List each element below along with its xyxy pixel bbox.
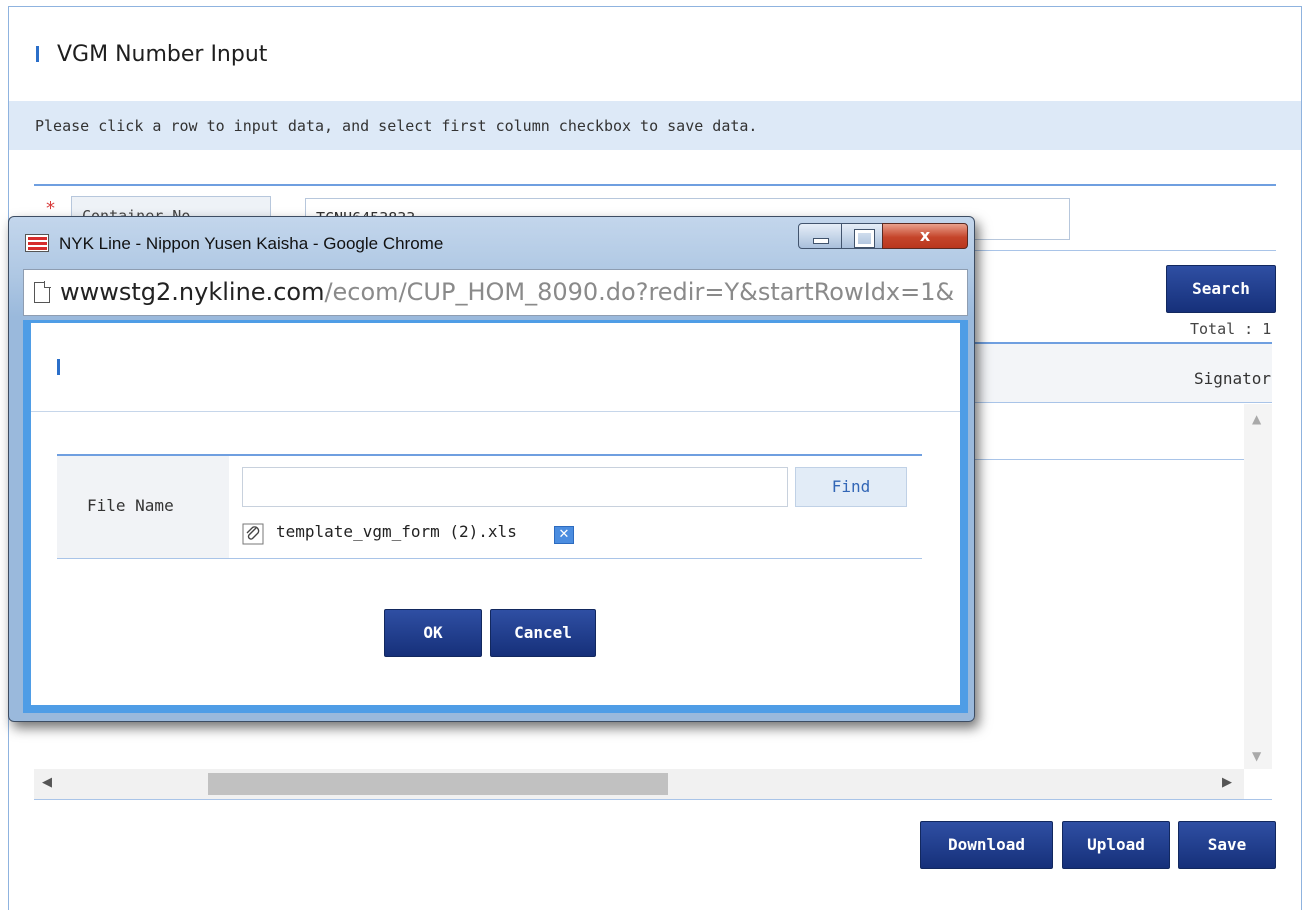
page-title: VGM Number Input	[57, 42, 268, 67]
maximize-button[interactable]	[841, 223, 883, 249]
filter-top-border	[34, 184, 1276, 186]
page-document-icon	[34, 281, 51, 303]
grid-bottom-border	[34, 799, 1272, 800]
instruction-notice: Please click a row to input data, and se…	[9, 101, 1301, 150]
cancel-button[interactable]: Cancel	[490, 609, 596, 657]
find-button[interactable]: Find	[795, 467, 907, 507]
upload-popup-window: NYK Line - Nippon Yusen Kaisha - Google …	[8, 216, 975, 722]
title-accent-bar	[36, 46, 39, 62]
search-button[interactable]: Search	[1166, 265, 1276, 313]
scroll-up-icon[interactable]: ▲	[1252, 412, 1261, 426]
url-host: wwwstg2.nykline.com	[60, 278, 325, 306]
window-controls: x	[798, 223, 969, 251]
file-path-input[interactable]	[242, 467, 788, 507]
window-title: NYK Line - Nippon Yusen Kaisha - Google …	[59, 234, 444, 253]
minimize-button[interactable]	[798, 223, 842, 249]
file-name-label: File Name	[87, 496, 174, 515]
paperclip-icon	[242, 523, 264, 545]
scroll-right-icon[interactable]: ▶	[1222, 775, 1232, 790]
upload-button[interactable]: Upload	[1062, 821, 1170, 869]
remove-file-icon[interactable]: ✕	[554, 526, 574, 544]
popup-content: File Name Find template_vgm_form (2).xls…	[23, 320, 968, 713]
grid-horizontal-scrollbar[interactable]: ◀ ▶	[34, 769, 1244, 799]
url-path: /ecom/CUP_HOM_8090.do?redir=Y&startRowId…	[324, 278, 955, 306]
attached-file-name[interactable]: template_vgm_form (2).xls	[276, 522, 517, 541]
scroll-left-icon[interactable]: ◀	[42, 775, 52, 790]
address-bar[interactable]: wwwstg2.nykline.com/ecom/CUP_HOM_8090.do…	[23, 269, 968, 316]
scrollbar-thumb[interactable]	[208, 773, 668, 795]
close-window-button[interactable]: x	[882, 223, 968, 249]
form-bottom-border	[57, 558, 922, 559]
save-button[interactable]: Save	[1178, 821, 1276, 869]
scroll-down-icon[interactable]: ▼	[1252, 749, 1261, 763]
total-count: Total : 1	[1190, 320, 1272, 338]
nyk-flag-icon	[25, 234, 49, 252]
dialog-title-accent-bar	[57, 359, 60, 375]
ok-button[interactable]: OK	[384, 609, 482, 657]
download-button[interactable]: Download	[920, 821, 1053, 869]
url-text: wwwstg2.nykline.com/ecom/CUP_HOM_8090.do…	[60, 278, 954, 306]
grid-header-signatory[interactable]: Signator	[1194, 369, 1271, 388]
grid-vertical-scrollbar[interactable]: ▲ ▼	[1244, 404, 1272, 769]
dialog-header-separator	[31, 411, 960, 412]
